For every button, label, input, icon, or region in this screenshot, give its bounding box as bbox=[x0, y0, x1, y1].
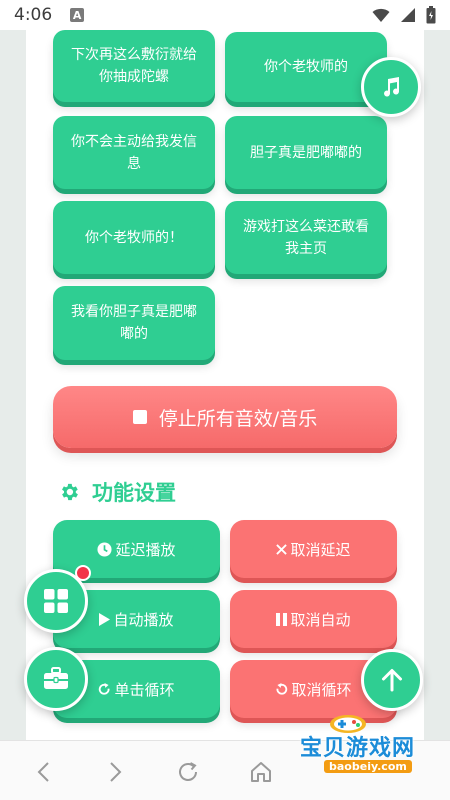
settings-section-title: 功能设置 bbox=[58, 477, 176, 507]
main-content[interactable]: 下次再这么敷衍就给你抽成陀螺 你个老牧师的 你不会主动给我发信息 胆子真是肥嘟嘟… bbox=[26, 30, 424, 740]
back-button[interactable] bbox=[28, 757, 58, 787]
gear-icon bbox=[62, 483, 78, 501]
arrow-up-icon bbox=[382, 669, 402, 692]
clock-icon bbox=[97, 541, 113, 557]
sound-button[interactable]: 游戏打这么菜还敢看我主页 bbox=[225, 201, 387, 274]
chevron-right-icon bbox=[110, 762, 122, 782]
grid-icon bbox=[44, 589, 68, 613]
x-icon bbox=[276, 543, 288, 555]
undo-icon bbox=[275, 682, 288, 696]
toolbox-icon bbox=[44, 667, 68, 689]
sound-button[interactable]: 你个老牧师的！ bbox=[53, 201, 215, 274]
sound-button-label: 游戏打这么菜还敢看我主页 bbox=[243, 218, 369, 257]
cancel-auto-button[interactable]: 取消自动 bbox=[230, 590, 397, 648]
refresh-icon bbox=[179, 762, 197, 781]
sound-button-label: 你个老牧师的！ bbox=[85, 229, 183, 246]
sim-icon: A bbox=[70, 8, 85, 22]
music-toggle-button[interactable] bbox=[361, 57, 421, 117]
sound-button-label: 下次再这么敷衍就给你抽成陀螺 bbox=[71, 47, 197, 85]
pause-icon bbox=[276, 612, 288, 626]
sound-button-label: 你不会主动给我发信息 bbox=[71, 133, 197, 172]
forward-button[interactable] bbox=[101, 757, 131, 787]
sound-button[interactable]: 我看你胆子真是肥嘟嘟的 bbox=[53, 286, 215, 360]
page-gutter-right bbox=[424, 30, 450, 740]
cancel-delay-label: 取消延迟 bbox=[290, 540, 351, 559]
stop-all-label: 停止所有音效/音乐 bbox=[158, 407, 318, 430]
settings-title: 功能设置 bbox=[92, 481, 176, 505]
status-icons bbox=[372, 6, 436, 24]
notification-badge bbox=[75, 565, 91, 581]
stop-all-button[interactable]: 停止所有音效/音乐 bbox=[53, 386, 397, 448]
cancel-loop-label: 取消循环 bbox=[291, 680, 352, 699]
status-bar: 4:06 A bbox=[0, 0, 450, 30]
sound-button-label: 你个老牧师的 bbox=[264, 59, 348, 75]
home-button[interactable] bbox=[246, 757, 276, 787]
refresh-button[interactable] bbox=[173, 757, 203, 787]
chevron-left-icon bbox=[37, 762, 49, 782]
sound-button[interactable]: 你不会主动给我发信息 bbox=[53, 116, 215, 189]
cancel-auto-label: 取消自动 bbox=[290, 610, 351, 629]
redo-icon bbox=[98, 682, 111, 696]
status-time: 4:06 bbox=[14, 5, 53, 25]
sound-button[interactable]: 胆子真是肥嘟嘟的 bbox=[225, 116, 387, 189]
delay-play-label: 延迟播放 bbox=[115, 540, 176, 559]
toolbox-button[interactable] bbox=[24, 647, 88, 711]
home-icon bbox=[251, 762, 271, 782]
stop-icon bbox=[132, 410, 147, 424]
sound-button[interactable]: 下次再这么敷衍就给你抽成陀螺 bbox=[53, 30, 215, 102]
sound-button-label: 我看你胆子真是肥嘟嘟的 bbox=[71, 304, 197, 342]
battery-icon bbox=[426, 6, 436, 24]
page-gutter-left bbox=[0, 30, 26, 740]
auto-play-label: 自动播放 bbox=[113, 610, 174, 629]
signal-icon bbox=[401, 8, 415, 22]
music-note-icon bbox=[384, 77, 400, 97]
play-icon bbox=[99, 612, 111, 626]
watermark-logo: 宝贝游戏网 baobeiy.com bbox=[300, 715, 422, 780]
wifi-icon bbox=[372, 8, 390, 22]
watermark-title: 宝贝游戏网 bbox=[300, 736, 416, 761]
watermark-url: baobeiy.com bbox=[324, 760, 412, 773]
cancel-delay-button[interactable]: 取消延迟 bbox=[230, 520, 397, 578]
single-loop-label: 单击循环 bbox=[114, 680, 175, 699]
scroll-top-button[interactable] bbox=[361, 649, 423, 711]
sound-button-label: 胆子真是肥嘟嘟的 bbox=[250, 144, 362, 161]
